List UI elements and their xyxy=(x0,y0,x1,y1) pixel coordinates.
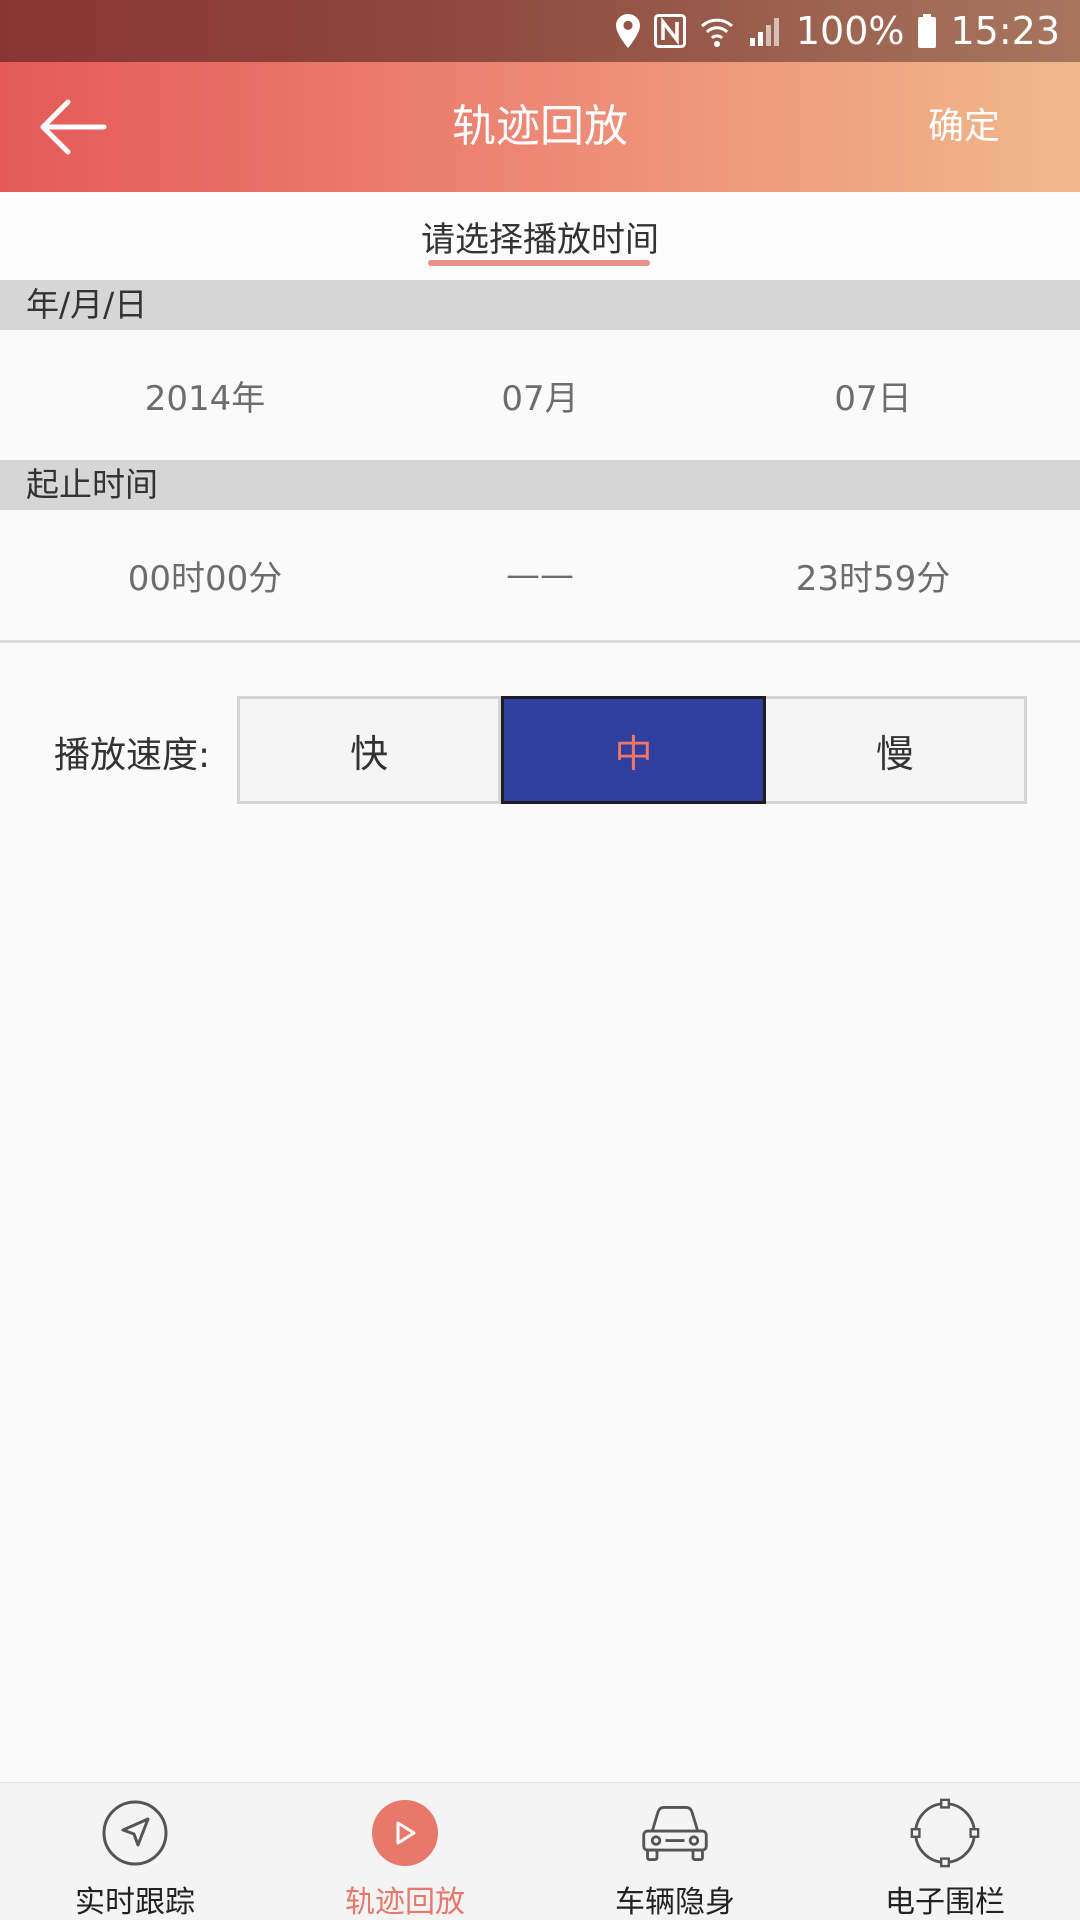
nav-label: 轨迹回放 xyxy=(345,1885,465,1920)
divider xyxy=(0,640,1080,643)
year-picker[interactable]: 2014年 xyxy=(25,330,385,460)
nav-label: 车辆隐身 xyxy=(615,1885,735,1920)
wifi-icon xyxy=(700,14,734,48)
date-row: 2014年 07月 07日 xyxy=(0,330,1080,460)
signal-icon xyxy=(748,16,782,46)
confirm-button[interactable]: 确定 xyxy=(928,62,1000,192)
location-icon xyxy=(615,14,640,48)
navigation-arrow-icon xyxy=(99,1797,171,1869)
speed-slow-button[interactable]: 慢 xyxy=(765,696,1027,804)
nav-item-realtime-tracking[interactable]: 实时跟踪 xyxy=(0,1783,270,1920)
subtitle: 请选择播放时间 xyxy=(421,220,659,260)
car-icon xyxy=(639,1797,711,1869)
month-picker[interactable]: 07月 xyxy=(360,330,720,460)
end-time-picker[interactable]: 23时59分 xyxy=(693,510,1053,640)
clock: 15:23 xyxy=(950,9,1060,53)
play-circle-icon xyxy=(369,1797,441,1869)
date-section-header: 年/月/日 xyxy=(0,280,1080,330)
speed-label: 播放速度: xyxy=(54,735,211,776)
nav-label: 电子围栏 xyxy=(885,1885,1005,1920)
time-separator: —— xyxy=(506,555,574,595)
page-title: 轨迹回放 xyxy=(452,101,628,152)
day-picker[interactable]: 07日 xyxy=(693,330,1053,460)
track-playback-screen: 100% 15:23 轨迹回放 确定 请选择播放时间 年/月/日 2014年 0… xyxy=(0,0,1080,1920)
speed-medium-button[interactable]: 中 xyxy=(501,696,766,804)
status-bar: 100% 15:23 xyxy=(0,0,1080,62)
nav-item-geofence[interactable]: 电子围栏 xyxy=(810,1783,1080,1920)
subtitle-underline xyxy=(428,260,650,266)
battery-icon xyxy=(918,14,937,48)
speed-fast-button[interactable]: 快 xyxy=(237,696,502,804)
start-time-picker[interactable]: 00时00分 xyxy=(25,510,385,640)
bottom-nav: 实时跟踪 轨迹回放 车辆隐身 电子围栏 xyxy=(0,1782,1080,1920)
subtitle-bar: 请选择播放时间 xyxy=(0,192,1080,280)
app-bar: 轨迹回放 确定 xyxy=(0,62,1080,192)
fence-circle-icon xyxy=(909,1797,981,1869)
battery-percent: 100% xyxy=(795,9,905,53)
time-section-header: 起止时间 xyxy=(0,460,1080,510)
nav-item-vehicle-hide[interactable]: 车辆隐身 xyxy=(540,1783,810,1920)
nav-label: 实时跟踪 xyxy=(75,1885,195,1920)
nfc-icon xyxy=(653,14,686,48)
speed-selector: 快 中 慢 xyxy=(237,696,1027,804)
nav-item-track-playback[interactable]: 轨迹回放 xyxy=(270,1783,540,1920)
time-row: 00时00分 —— 23时59分 xyxy=(0,510,1080,640)
